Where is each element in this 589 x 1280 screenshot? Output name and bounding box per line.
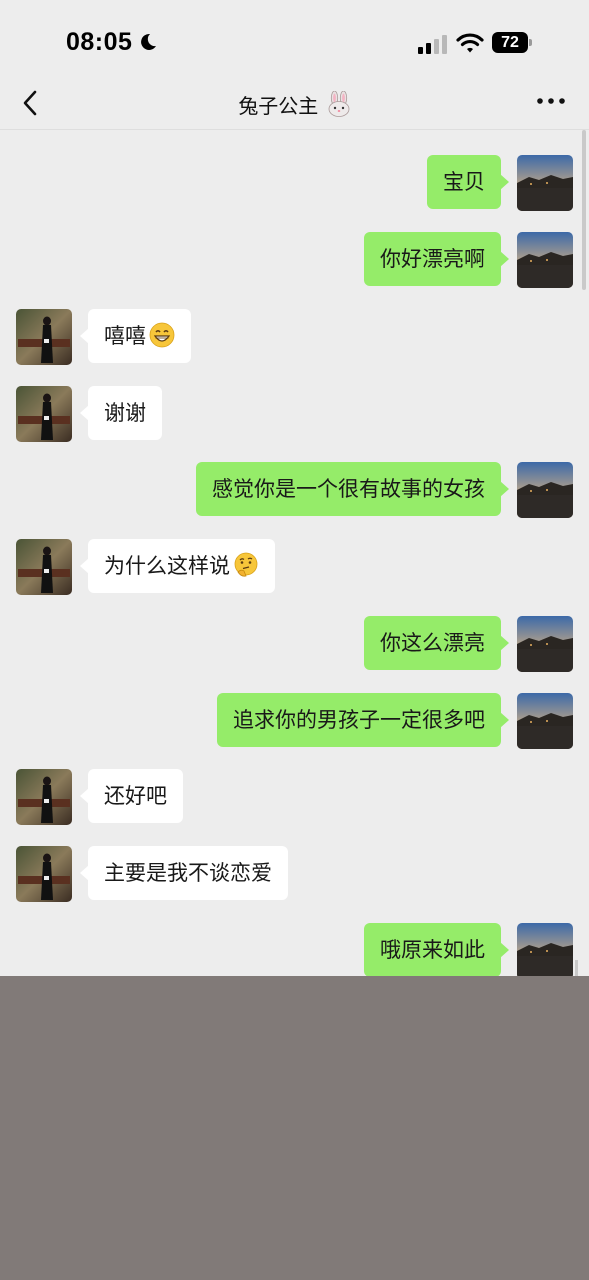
message-text: 主要是我不谈恋爱 xyxy=(104,861,272,885)
my-avatar[interactable] xyxy=(517,616,573,672)
my-avatar[interactable] xyxy=(517,693,573,749)
message-bubble-received[interactable]: 谢谢 xyxy=(80,386,162,440)
message-text: 你这么漂亮 xyxy=(380,631,485,655)
message-row: 嘻嘻 xyxy=(0,309,589,365)
message-text: 哦原来如此 xyxy=(380,938,485,962)
message-row: 哦原来如此 xyxy=(0,923,589,976)
message-bubble-received[interactable]: 还好吧 xyxy=(80,769,183,823)
message-row: 你好漂亮啊 xyxy=(0,232,589,288)
rabbit-emoji xyxy=(328,90,350,117)
contact-avatar[interactable] xyxy=(16,846,72,902)
more-icon[interactable] xyxy=(536,97,566,105)
battery-tip xyxy=(529,39,532,46)
message-bubble-sent[interactable]: 感觉你是一个很有故事的女孩 xyxy=(196,462,509,516)
chat-title: 兔子公主 xyxy=(238,94,319,118)
chat-title-container: 兔子公主 xyxy=(0,90,589,119)
bottom-blank-area xyxy=(0,976,589,1280)
message-text: 为什么这样说 xyxy=(104,554,230,578)
status-time: 08:05 xyxy=(66,28,133,56)
message-bubble-sent[interactable]: 哦原来如此 xyxy=(364,923,509,976)
status-bar: 08:05 72 xyxy=(0,0,589,80)
message-row: 宝贝 xyxy=(0,155,589,211)
my-avatar[interactable] xyxy=(517,232,573,288)
wifi-icon xyxy=(456,33,484,53)
message-text: 谢谢 xyxy=(104,401,146,425)
signal-icon xyxy=(418,35,447,54)
message-row: 主要是我不谈恋爱 xyxy=(0,846,589,902)
contact-avatar[interactable] xyxy=(16,309,72,365)
my-avatar[interactable] xyxy=(517,923,573,976)
message-text: 追求你的男孩子一定很多吧 xyxy=(233,708,485,732)
message-bubble-received[interactable]: 主要是我不谈恋爱 xyxy=(80,846,288,900)
message-bubble-received[interactable]: 为什么这样说 xyxy=(80,539,275,593)
message-row: 追求你的男孩子一定很多吧 xyxy=(0,693,589,749)
my-avatar[interactable] xyxy=(517,462,573,518)
moon-icon xyxy=(141,33,156,50)
message-text: 还好吧 xyxy=(104,784,167,808)
message-list: 宝贝 你好漂亮啊 嘻嘻 谢谢 感觉你是一个很有故事的女孩 为什么这样说 你这么漂… xyxy=(0,130,589,976)
message-row: 你这么漂亮 xyxy=(0,616,589,672)
message-text: 感觉你是一个很有故事的女孩 xyxy=(212,477,485,501)
message-text: 宝贝 xyxy=(443,170,485,194)
message-bubble-sent[interactable]: 你好漂亮啊 xyxy=(364,232,509,286)
message-row: 感觉你是一个很有故事的女孩 xyxy=(0,462,589,518)
message-bubble-received[interactable]: 嘻嘻 xyxy=(80,309,191,363)
message-row: 还好吧 xyxy=(0,769,589,825)
contact-avatar[interactable] xyxy=(16,769,72,825)
message-bubble-sent[interactable]: 追求你的男孩子一定很多吧 xyxy=(217,693,509,747)
grinning-emoji xyxy=(149,322,175,348)
thinking-emoji xyxy=(234,552,258,577)
message-row: 谢谢 xyxy=(0,386,589,442)
battery-level: 72 xyxy=(492,32,528,53)
message-text: 嘻嘻 xyxy=(104,324,146,348)
contact-avatar[interactable] xyxy=(16,539,72,595)
message-bubble-sent[interactable]: 你这么漂亮 xyxy=(364,616,509,670)
battery-icon: 72 xyxy=(492,32,532,53)
message-row: 为什么这样说 xyxy=(0,539,589,595)
contact-avatar[interactable] xyxy=(16,386,72,442)
chat-header: 兔子公主 xyxy=(0,80,589,130)
message-bubble-sent[interactable]: 宝贝 xyxy=(427,155,509,209)
message-text: 你好漂亮啊 xyxy=(380,247,485,271)
my-avatar[interactable] xyxy=(517,155,573,211)
